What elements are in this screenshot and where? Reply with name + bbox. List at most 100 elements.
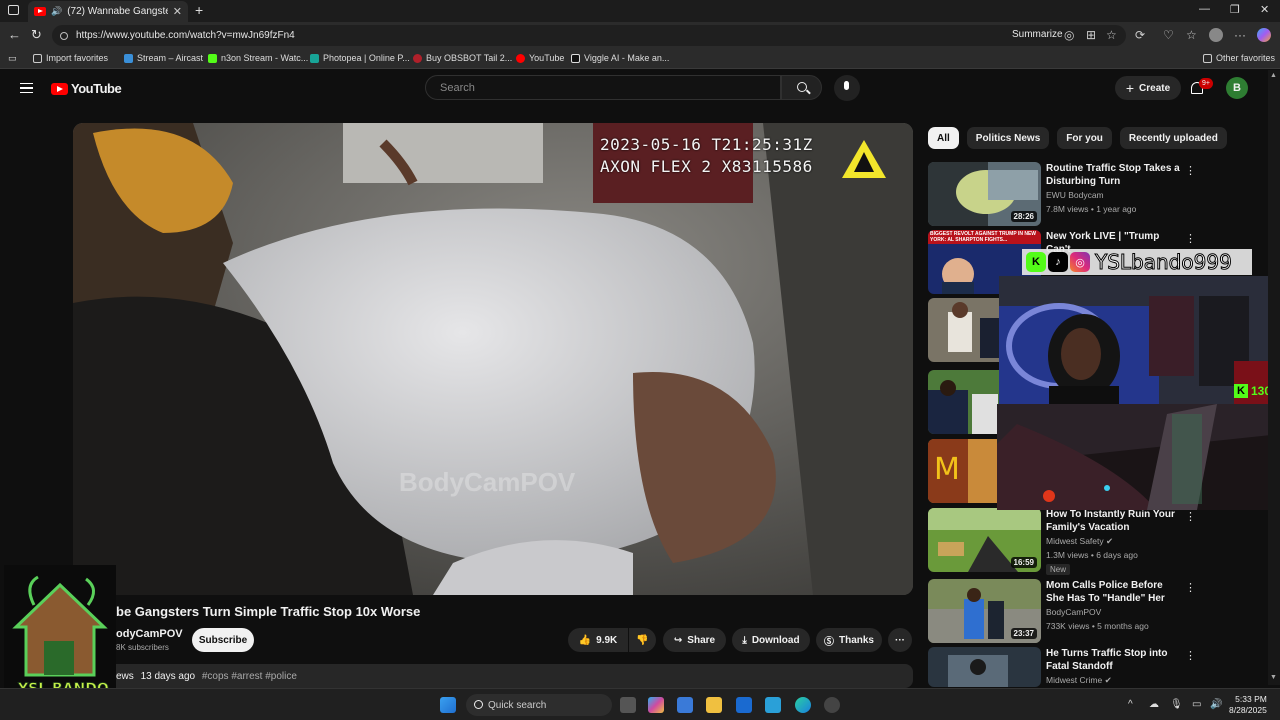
recommendation-item[interactable]: 16:59 How To Instantly Ruin Your Family'… — [928, 508, 1198, 575]
apps-icon[interactable]: ⊞ — [1086, 28, 1096, 42]
youtube-play-icon — [51, 82, 68, 95]
back-icon[interactable]: ← — [8, 27, 21, 42]
windows-taskbar: Quick search ^ ☁ 🎙 ▭ 🔊 5:33 PM 8/28/2025 — [0, 688, 1280, 720]
edge-icon[interactable] — [795, 697, 811, 713]
youtube-logo[interactable]: YouTube — [51, 81, 122, 96]
more-menu-icon[interactable]: ··· — [1234, 28, 1246, 42]
bookmark-aircast[interactable]: Stream – Aircast — [124, 53, 203, 63]
taskbar-search[interactable]: Quick search — [466, 694, 612, 716]
guide-menu-icon[interactable] — [20, 83, 33, 93]
close-window-button[interactable]: ✕ — [1260, 3, 1269, 16]
speaker-icon[interactable]: 🔊 — [51, 6, 62, 17]
download-button[interactable]: ⤓ Download — [732, 628, 810, 652]
search-input[interactable]: Search — [425, 75, 781, 100]
like-button[interactable]: 👍 9.9K — [568, 628, 628, 652]
outlook-icon[interactable] — [736, 697, 752, 713]
tab-actions-icon[interactable] — [8, 5, 19, 15]
more-vert-icon[interactable]: ⋮ — [1185, 510, 1196, 523]
search-button[interactable] — [781, 75, 822, 100]
minimize-button[interactable]: — — [1199, 3, 1210, 15]
description-box[interactable]: ews 13 days ago #cops #arrest #police — [73, 664, 913, 688]
view-count-fragment: ews — [116, 671, 134, 682]
browser-essentials-icon[interactable]: ♡ — [1163, 28, 1174, 42]
thanks-button[interactable]: Ⓢ Thanks — [816, 628, 882, 652]
recommendation-meta: 733K views • 5 months ago — [1046, 621, 1149, 631]
bookmark-import-favorites[interactable]: Import favorites — [33, 53, 108, 63]
bookmark-photopea[interactable]: Photopea | Online P... — [310, 53, 410, 63]
kick-viewer-count: K 130 — [1234, 384, 1271, 398]
extensions-icon[interactable]: ⟳ — [1135, 28, 1145, 42]
profile-icon[interactable] — [1209, 28, 1223, 42]
create-button[interactable]: + Create — [1115, 76, 1181, 100]
thumbs-down-icon: 👎 — [636, 634, 649, 646]
recommendation-thumbnail[interactable] — [928, 647, 1041, 687]
share-button[interactable]: ↪ Share — [663, 628, 726, 652]
new-tab-button[interactable]: + — [195, 2, 203, 18]
upload-age: 13 days ago — [140, 671, 196, 682]
volume-icon[interactable]: 🔊 — [1210, 699, 1222, 710]
voice-search-icon[interactable] — [834, 75, 860, 101]
scroll-up-arrow-icon[interactable]: ▲ — [1270, 72, 1277, 79]
browser-tab-active[interactable]: 🔊 (72) Wannabe Gangsters Tu ✕ — [28, 1, 188, 22]
recommendation-channel: Midwest Safety ✔ — [1046, 536, 1114, 546]
more-vert-icon[interactable]: ⋮ — [1185, 232, 1196, 245]
start-button-icon[interactable] — [440, 697, 456, 713]
subscriber-count: 8K subscribers — [116, 643, 169, 652]
system-clock[interactable]: 5:33 PM 8/28/2025 — [1229, 694, 1267, 716]
tray-overflow-icon[interactable]: ^ — [1128, 699, 1133, 710]
chip-politics-news[interactable]: Politics News — [966, 127, 1050, 149]
dislike-button[interactable]: 👎 — [629, 628, 656, 652]
microphone-icon[interactable]: 🎙 — [1170, 699, 1183, 710]
bookmark-viggle[interactable]: Viggle AI - Make an... — [571, 53, 669, 63]
video-player[interactable]: 2023-05-16 T21:25:31Z AXON FLEX 2 X83115… — [73, 123, 913, 595]
favorite-star-icon[interactable]: ☆ — [1106, 28, 1117, 42]
other-favorites-folder[interactable]: Other favorites — [1203, 53, 1275, 63]
bookmark-obsbot[interactable]: Buy OBSBOT Tail 2... — [413, 53, 512, 63]
recommendation-meta: 7.8M views • 1 year ago — [1046, 204, 1137, 214]
bookmark-youtube[interactable]: YouTube — [516, 53, 564, 63]
summarize-button[interactable]: Summarize — [1012, 29, 1063, 40]
onedrive-icon[interactable]: ☁ — [1149, 699, 1159, 710]
scroll-down-arrow-icon[interactable]: ▼ — [1270, 674, 1277, 681]
bookmarks-toggle-icon[interactable]: ▭ — [8, 53, 17, 64]
account-avatar[interactable]: B — [1226, 77, 1248, 99]
bookmark-n3on[interactable]: n3on Stream - Watc... — [208, 53, 308, 63]
notification-count-badge: 9+ — [1199, 78, 1213, 89]
recommendation-title: Mom Calls Police Before She Has To "Hand… — [1046, 580, 1165, 604]
channel-watermark: BodyCamPOV — [399, 467, 576, 497]
more-actions-button[interactable]: ··· — [888, 628, 912, 652]
obs-icon[interactable] — [824, 697, 840, 713]
recommendation-thumbnail[interactable]: 23:37 — [928, 579, 1041, 643]
recommendation-channel: EWU Bodycam — [1046, 190, 1104, 200]
site-info-icon[interactable] — [60, 31, 68, 40]
recommendation-thumbnail[interactable]: 28:26 — [928, 162, 1041, 226]
hashtags[interactable]: #cops #arrest #police — [202, 671, 297, 682]
chip-all[interactable]: All — [928, 127, 959, 149]
maximize-button[interactable]: ❐ — [1230, 3, 1240, 16]
file-explorer-icon[interactable] — [706, 697, 722, 713]
channel-name[interactable]: odyCamPOV — [116, 628, 183, 640]
copilot-taskbar-icon[interactable] — [648, 697, 664, 713]
more-vert-icon[interactable]: ⋮ — [1185, 649, 1196, 662]
favorites-icon[interactable]: ☆ — [1186, 28, 1197, 42]
recommendation-item[interactable]: 23:37 Mom Calls Police Before She Has To… — [928, 579, 1198, 643]
store-icon[interactable] — [677, 697, 693, 713]
refresh-icon[interactable]: ↻ — [31, 27, 42, 43]
more-vert-icon[interactable]: ⋮ — [1185, 581, 1196, 594]
task-view-icon[interactable] — [620, 697, 636, 713]
network-icon[interactable]: ▭ — [1192, 699, 1201, 710]
more-vert-icon[interactable]: ⋮ — [1185, 164, 1196, 177]
photos-icon[interactable] — [765, 697, 781, 713]
chip-recently-uploaded[interactable]: Recently uploaded — [1119, 127, 1227, 149]
reader-icon[interactable]: ◎ — [1064, 28, 1074, 42]
url-field[interactable]: https://www.youtube.com/watch?v=mwJn69fz… — [52, 25, 1126, 46]
close-tab-icon[interactable]: ✕ — [173, 5, 182, 18]
page-scrollbar[interactable] — [1268, 70, 1280, 685]
video-title: be Gangsters Turn Simple Traffic Stop 10… — [116, 604, 421, 619]
subscribe-button[interactable]: Subscribe — [192, 628, 254, 652]
chip-for-you[interactable]: For you — [1057, 127, 1112, 149]
verified-check-icon: ✔ — [1104, 675, 1112, 685]
recommendation-thumbnail[interactable]: 16:59 — [928, 508, 1041, 572]
recommendation-item[interactable]: 28:26 Routine Traffic Stop Takes a Distu… — [928, 162, 1198, 226]
copilot-icon[interactable] — [1257, 28, 1271, 42]
